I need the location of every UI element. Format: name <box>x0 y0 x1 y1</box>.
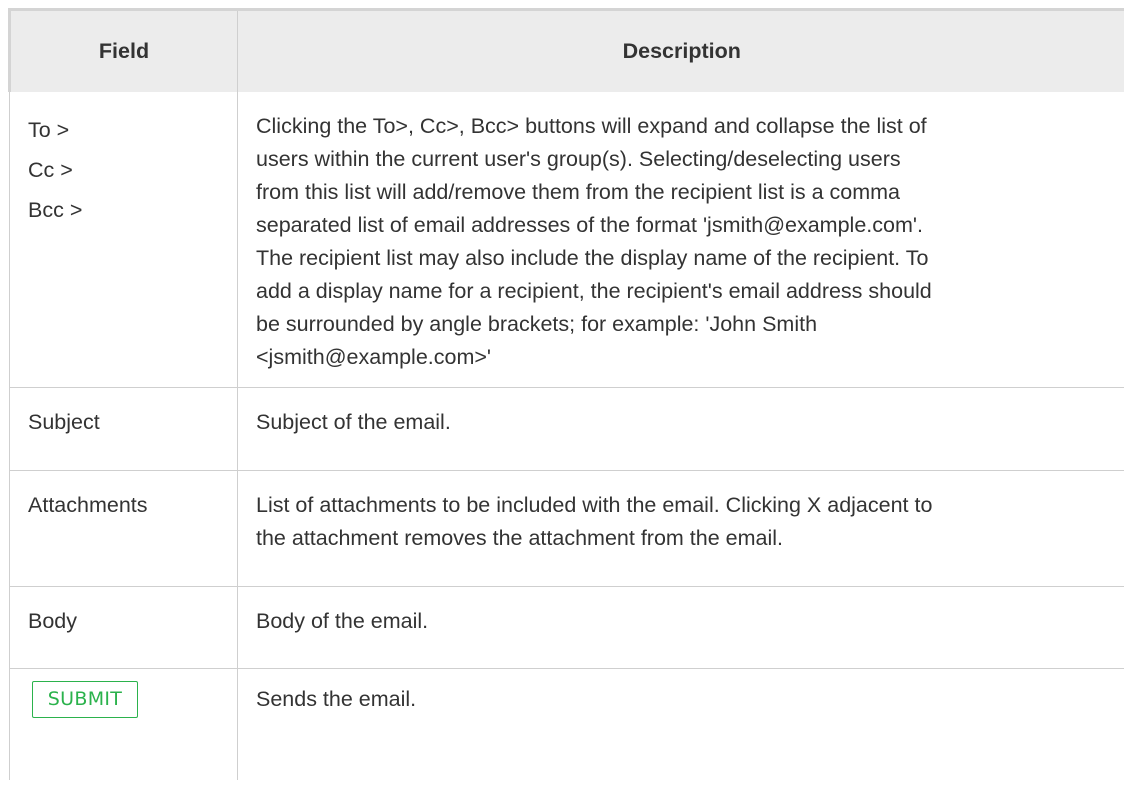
field-description-table: Field Description To > Cc > Bcc > Clicki… <box>8 8 1124 780</box>
description-line: separated list of email addresses of the… <box>256 213 923 237</box>
description-line: add a display name for a recipient, the … <box>256 279 932 303</box>
subject-description-cell: Subject of the email. <box>237 387 1124 471</box>
body-field-cell: Body <box>9 586 238 669</box>
description-line: Clicking the To>, Cc>, Bcc> buttons will… <box>256 114 927 138</box>
recipients-description-cell: Clicking the To>, Cc>, Bcc> buttons will… <box>237 92 1124 388</box>
description-line: users within the current user's group(s)… <box>256 147 901 171</box>
field-cc: Cc > <box>28 158 73 182</box>
description-line: List of attachments to be included with … <box>256 492 933 517</box>
field-column-header: Field <box>8 8 238 92</box>
field-to: To > <box>28 118 70 142</box>
submit-description-cell: Sends the email. <box>256 686 417 711</box>
description-line: <jsmith@example.com>' <box>256 345 492 369</box>
attachments-field-cell: Attachments <box>9 470 238 587</box>
description-line: be surrounded by angle brackets; for exa… <box>256 312 818 336</box>
submit-button[interactable]: SUBMIT <box>32 680 138 718</box>
subject-field-cell: Subject <box>9 387 238 471</box>
table-row-body: Body Body of the email. <box>9 586 1124 669</box>
table-row-recipients: To > Cc > Bcc > Clicking the To>, Cc>, B… <box>9 92 1124 388</box>
description-column-header: Description <box>237 8 1124 92</box>
table-header-row: Field Description <box>8 8 1124 92</box>
table-row-submit: SUBMIT Sends the email. <box>9 668 1124 780</box>
field-bcc: Bcc > <box>28 198 83 222</box>
table-row-attachments: Attachments List of attachments to be in… <box>9 470 1124 587</box>
table-row-subject: Subject Subject of the email. <box>9 387 1124 471</box>
attachments-description-cell: List of attachments to be included with … <box>237 470 1124 587</box>
submit-field-cell: SUBMIT <box>9 668 238 780</box>
recipients-field-cell: To > Cc > Bcc > <box>9 92 238 388</box>
description-line: from this list will add/remove them from… <box>256 180 901 204</box>
description-line: the attachment removes the attachment fr… <box>256 525 784 550</box>
body-description-cell: Body of the email. <box>237 586 1124 669</box>
description-line: The recipient list may also include the … <box>256 246 929 270</box>
